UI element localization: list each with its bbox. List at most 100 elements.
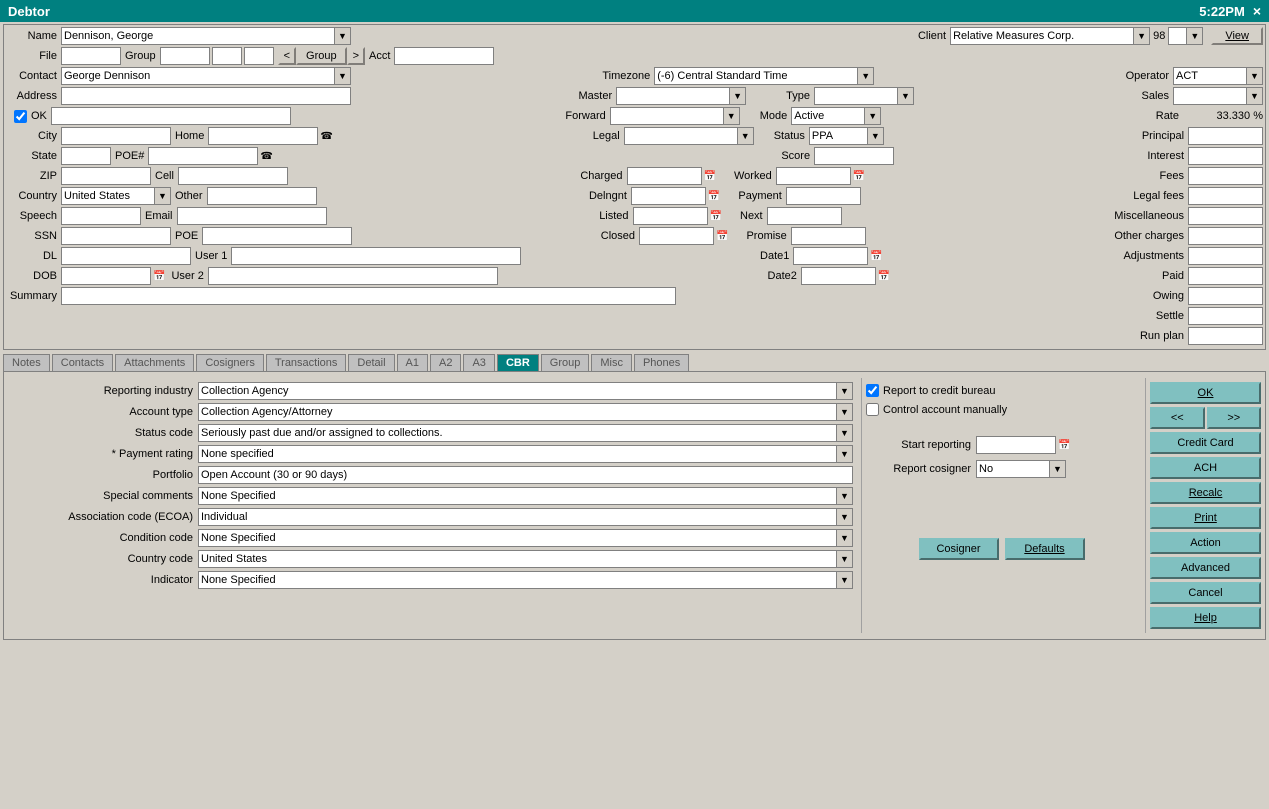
cancel-button[interactable]: Cancel — [1150, 582, 1261, 604]
speech-input[interactable] — [61, 207, 141, 225]
cal-icon8[interactable]: 📅 — [878, 271, 890, 282]
master-wrap[interactable]: ▼ — [616, 87, 746, 105]
contact-arrow[interactable]: ▼ — [334, 68, 350, 84]
acct-input[interactable]: 67-50697 — [394, 47, 494, 65]
forward-arrow[interactable]: ▼ — [723, 108, 739, 124]
client-num-wrap[interactable]: ▼ — [1168, 27, 1203, 45]
status-code-wrap[interactable]: Seriously past due and/or assigned to co… — [198, 424, 853, 442]
payment-input[interactable]: 01/02/2016 — [786, 187, 861, 205]
other-input[interactable] — [207, 187, 317, 205]
phone-icon1[interactable]: ☎ — [320, 131, 332, 142]
name-input-wrap[interactable]: Dennison, George ▼ — [61, 27, 351, 45]
ok-button[interactable]: OK — [1150, 382, 1261, 404]
date2-input[interactable] — [801, 267, 876, 285]
type-arrow[interactable]: ▼ — [897, 88, 913, 104]
group-nav-right[interactable]: > — [347, 47, 365, 65]
run-plan-input[interactable] — [1188, 327, 1263, 345]
promise-input[interactable]: 03/04/2016 — [791, 227, 866, 245]
user2-input[interactable] — [208, 267, 498, 285]
legal-arrow[interactable]: ▼ — [737, 128, 753, 144]
sales-wrap[interactable]: ▼ — [1173, 87, 1263, 105]
country-code-arrow[interactable]: ▼ — [836, 551, 852, 567]
special-comments-wrap[interactable]: None Specified ▼ — [198, 487, 853, 505]
tab-attachments[interactable]: Attachments — [115, 354, 194, 371]
payment-rating-wrap[interactable]: None specified ▼ — [198, 445, 853, 463]
status-code-arrow[interactable]: ▼ — [836, 425, 852, 441]
other-charges-input[interactable] — [1188, 227, 1263, 245]
zip-input[interactable]: 54687 — [61, 167, 151, 185]
worked-input[interactable]: 03/03/2016 — [776, 167, 851, 185]
indicator-arrow[interactable]: ▼ — [836, 572, 852, 588]
state-input[interactable]: NE — [61, 147, 111, 165]
user1-input[interactable] — [231, 247, 521, 265]
listed-input[interactable]: 07/11/2015 — [633, 207, 708, 225]
condition-code-wrap[interactable]: None Specified ▼ — [198, 529, 853, 547]
association-code-wrap[interactable]: Individual ▼ — [198, 508, 853, 526]
paid-input[interactable]: $3,475.02 — [1188, 267, 1263, 285]
next-button[interactable]: >> — [1207, 407, 1262, 429]
sales-arrow[interactable]: ▼ — [1246, 88, 1262, 104]
status-wrap[interactable]: PPA ▼ — [809, 127, 884, 145]
advanced-button[interactable]: Advanced — [1150, 557, 1261, 579]
tab-phones[interactable]: Phones — [634, 354, 689, 371]
portfolio-wrap[interactable]: Open Account (30 or 90 days) — [198, 466, 853, 484]
ok-checkbox[interactable] — [14, 110, 27, 123]
country-arrow[interactable]: ▼ — [154, 188, 170, 204]
summary-input[interactable] — [61, 287, 676, 305]
start-reporting-input[interactable]: 09/17/2015 — [976, 436, 1056, 454]
payment-rating-arrow[interactable]: ▼ — [836, 446, 852, 462]
recalc-button[interactable]: Recalc — [1150, 482, 1261, 504]
country-wrap[interactable]: United States ▼ — [61, 187, 171, 205]
fees-input[interactable] — [1188, 167, 1263, 185]
owing-input[interactable]: $3,474.98 — [1188, 287, 1263, 305]
tab-group[interactable]: Group — [541, 354, 590, 371]
control-account-checkbox[interactable] — [866, 403, 879, 416]
tab-notes[interactable]: Notes — [3, 354, 50, 371]
tab-detail[interactable]: Detail — [348, 354, 394, 371]
email-input[interactable]: gdennison@example.ne — [177, 207, 327, 225]
account-type-wrap[interactable]: Collection Agency/Attorney ▼ — [198, 403, 853, 421]
status-arrow[interactable]: ▼ — [867, 128, 883, 144]
home-input[interactable]: 402-555-0169 — [208, 127, 318, 145]
tab-a1[interactable]: A1 — [397, 354, 428, 371]
interest-input[interactable] — [1188, 147, 1263, 165]
cal-icon7[interactable]: 📅 — [153, 271, 165, 282]
cosigner-button[interactable]: Cosigner — [919, 538, 999, 560]
cal-icon4[interactable]: 📅 — [710, 211, 722, 222]
report-cosigner-arrow[interactable]: ▼ — [1049, 461, 1065, 477]
next-input[interactable] — [767, 207, 842, 225]
legal-wrap[interactable]: ▼ — [624, 127, 754, 145]
city-input[interactable]: Omaha — [61, 127, 171, 145]
poe-input[interactable]: 402-555-0177 — [148, 147, 258, 165]
date1-input[interactable] — [793, 247, 868, 265]
cal-icon3[interactable]: 📅 — [708, 191, 720, 202]
prev-button[interactable]: << — [1150, 407, 1205, 429]
print-button[interactable]: Print — [1150, 507, 1261, 529]
report-cosigner-wrap[interactable]: No ▼ — [976, 460, 1066, 478]
mode-arrow[interactable]: ▼ — [864, 108, 880, 124]
client-input-wrap[interactable]: Relative Measures Corp. ▼ — [950, 27, 1150, 45]
tab-transactions[interactable]: Transactions — [266, 354, 347, 371]
group-nav-center[interactable]: Group — [296, 47, 347, 65]
principal-input[interactable]: $6,950.00 — [1188, 127, 1263, 145]
view-button[interactable]: View — [1211, 27, 1263, 45]
operator-arrow[interactable]: ▼ — [1246, 68, 1262, 84]
delinqnt-input[interactable] — [631, 187, 706, 205]
forward-wrap[interactable]: ▼ — [610, 107, 740, 125]
address-input[interactable]: 220 - 2500 Farmer Street — [61, 87, 351, 105]
indicator-wrap[interactable]: None Specified ▼ — [198, 571, 853, 589]
action-button[interactable]: Action — [1150, 532, 1261, 554]
name-arrow[interactable]: ▼ — [334, 28, 350, 44]
client-arrow[interactable]: ▼ — [1133, 28, 1149, 44]
misc-input[interactable] — [1188, 207, 1263, 225]
tab-a2[interactable]: A2 — [430, 354, 461, 371]
cal-icon6[interactable]: 📅 — [870, 251, 882, 262]
tab-cosigners[interactable]: Cosigners — [196, 354, 264, 371]
dl-input[interactable]: DL3495864332 — [61, 247, 191, 265]
mode-wrap[interactable]: Active ▼ — [791, 107, 881, 125]
special-comments-arrow[interactable]: ▼ — [836, 488, 852, 504]
tab-misc[interactable]: Misc — [591, 354, 632, 371]
defaults-button[interactable]: Defaults — [1005, 538, 1085, 560]
cal-icon5[interactable]: 📅 — [716, 231, 728, 242]
phone-icon2[interactable]: ☎ — [260, 151, 272, 162]
